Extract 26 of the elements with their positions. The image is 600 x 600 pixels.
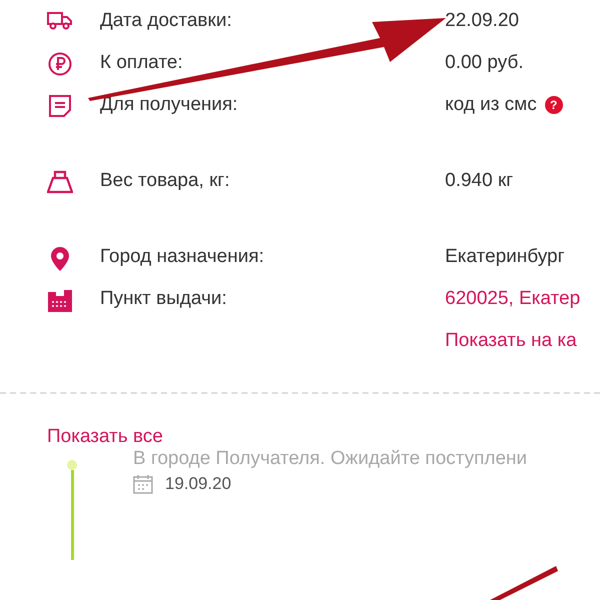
timeline-dot xyxy=(67,460,77,470)
building-icon xyxy=(47,288,73,312)
ruble-icon xyxy=(48,52,72,76)
field-value: 0.00 руб. xyxy=(445,51,524,75)
field-label: Вес товара, кг: xyxy=(100,169,230,193)
link[interactable]: Показать на ка xyxy=(445,328,577,354)
status-text: В городе Получателя. Ожидайте поступлени xyxy=(133,448,527,470)
field-value: код из смс ? xyxy=(445,92,563,118)
location-pin-icon xyxy=(50,246,70,272)
field-label: Пункт выдачи: xyxy=(100,287,227,311)
show-all-link[interactable]: Показать все xyxy=(47,426,163,448)
calendar-icon xyxy=(133,474,153,494)
field-label: Дата доставки: xyxy=(100,9,232,33)
note-icon xyxy=(48,94,72,118)
event-date: 19.09.20 xyxy=(165,474,232,494)
annotation-arrow xyxy=(490,566,558,600)
truck-icon xyxy=(47,10,73,30)
link[interactable]: 620025, Екатер xyxy=(445,286,580,312)
field-value: 0.940 кг xyxy=(445,169,514,193)
field-value: 22.09.20 xyxy=(445,9,519,33)
field-label: К оплате: xyxy=(100,51,183,75)
field-label: Город назначения: xyxy=(100,245,264,269)
scale-icon xyxy=(47,170,73,194)
help-icon[interactable]: ? xyxy=(544,96,563,114)
field-label: Для получения: xyxy=(100,93,238,117)
field-value: Екатеринбург xyxy=(445,245,565,269)
